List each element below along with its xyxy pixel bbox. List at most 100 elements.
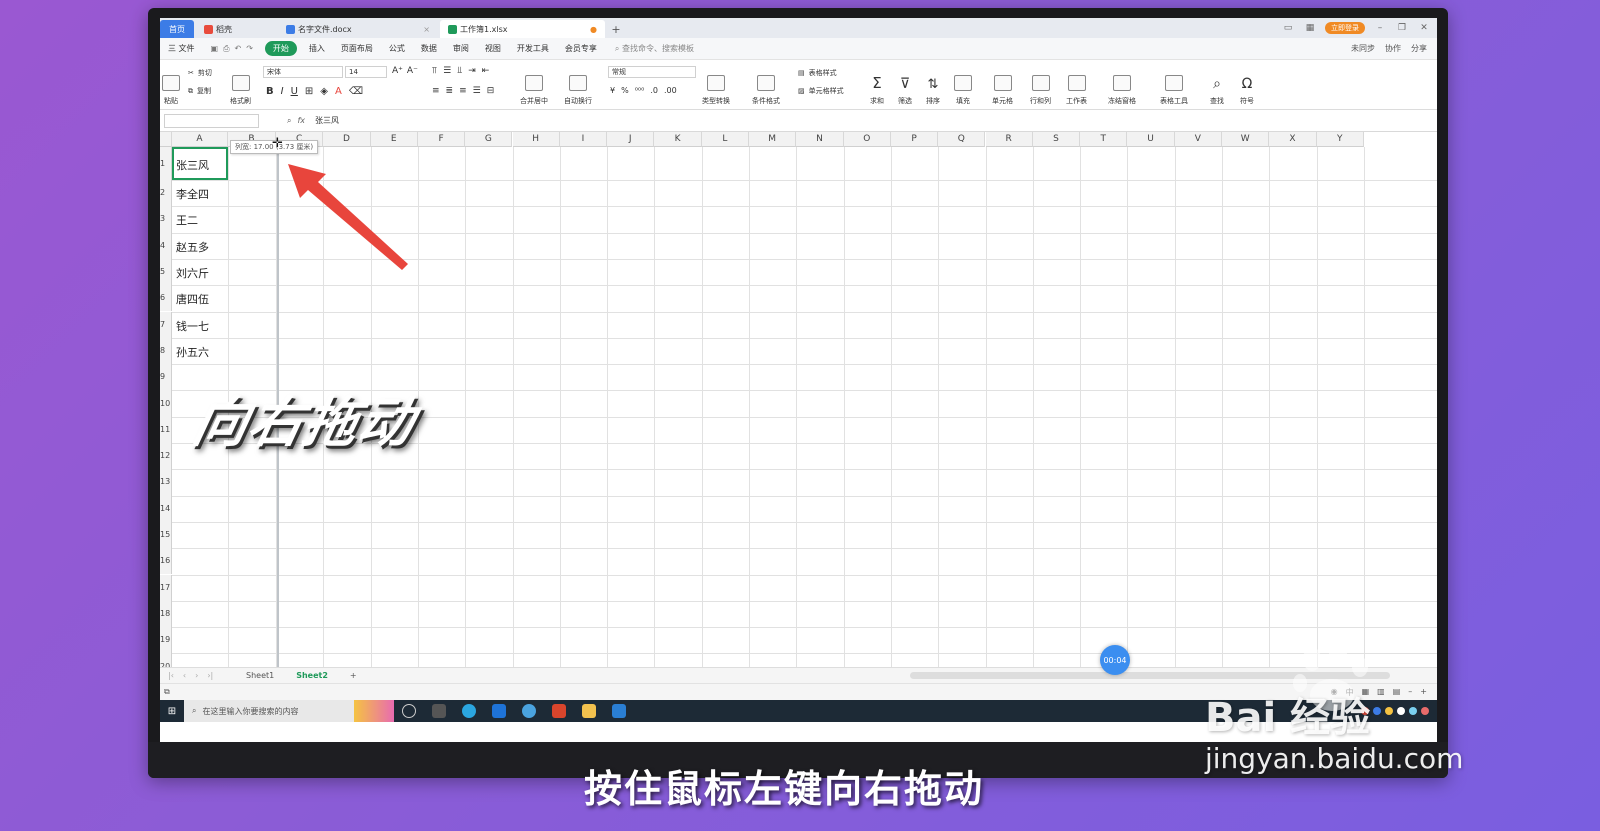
- sum-button[interactable]: Σ 求和: [870, 64, 884, 106]
- column-header-T[interactable]: T: [1080, 132, 1128, 147]
- thousands-icon[interactable]: ⁰⁰⁰: [635, 86, 645, 95]
- row-header-15[interactable]: 15: [160, 521, 172, 549]
- column-header-Q[interactable]: Q: [938, 132, 986, 147]
- currency-icon[interactable]: ¥: [610, 86, 615, 95]
- file-explorer-icon[interactable]: [582, 704, 596, 718]
- page-break-icon[interactable]: ▤: [1393, 687, 1401, 698]
- app-icon[interactable]: [522, 704, 536, 718]
- row-header-6[interactable]: 6: [160, 285, 172, 312]
- column-header-F[interactable]: F: [417, 132, 466, 147]
- column-header-H[interactable]: H: [512, 132, 560, 147]
- row-header-16[interactable]: 16: [160, 548, 172, 575]
- clear-format-icon[interactable]: ⌫: [349, 86, 363, 97]
- outdent-icon[interactable]: ⇤: [482, 66, 490, 76]
- find-button[interactable]: ⌕ 查找: [1210, 64, 1224, 106]
- justify-icon[interactable]: ☰: [473, 86, 481, 96]
- add-sheet-button[interactable]: +: [339, 671, 368, 680]
- sheet-tab-2[interactable]: Sheet2: [285, 671, 339, 680]
- bold-button[interactable]: B: [266, 86, 274, 97]
- minimize-icon[interactable]: –: [1373, 23, 1387, 33]
- copy-button[interactable]: ⧉ 复制: [188, 86, 211, 96]
- column-header-L[interactable]: L: [701, 132, 749, 147]
- row-header-3[interactable]: 3: [160, 206, 172, 233]
- edge-icon[interactable]: [492, 704, 506, 718]
- cell-A7[interactable]: 钱一七: [176, 318, 209, 334]
- column-header-O[interactable]: O: [843, 132, 891, 147]
- restore-icon[interactable]: ❐: [1395, 23, 1409, 33]
- font-family-select[interactable]: 宋体: [263, 66, 343, 78]
- undo-icon[interactable]: ↶: [235, 44, 242, 54]
- row-header-5[interactable]: 5: [160, 258, 172, 286]
- border-icon[interactable]: ⊞: [305, 86, 313, 97]
- row-header-11[interactable]: 11: [160, 416, 172, 443]
- row-header-17[interactable]: 17: [160, 574, 172, 601]
- new-tab-button[interactable]: +: [607, 20, 625, 38]
- menu-page-layout[interactable]: 页面布局: [333, 43, 381, 54]
- zoom-out-icon[interactable]: –: [1408, 687, 1412, 698]
- column-header-Y[interactable]: Y: [1316, 132, 1364, 147]
- tab-docer[interactable]: 稻壳: [196, 20, 276, 38]
- row-header-13[interactable]: 13: [160, 469, 172, 496]
- underline-button[interactable]: U: [291, 86, 298, 97]
- italic-button[interactable]: I: [281, 86, 284, 97]
- font-size-select[interactable]: 14: [345, 66, 387, 78]
- formula-input[interactable]: 张三风: [315, 115, 339, 126]
- cell-A5[interactable]: 刘六斤: [176, 265, 209, 281]
- tray-icon-6[interactable]: [1421, 707, 1429, 715]
- filter-button[interactable]: ⊽ 筛选: [898, 64, 912, 106]
- column-header-J[interactable]: J: [607, 132, 655, 147]
- tab-doc[interactable]: 名字文件.docx ×: [278, 20, 438, 38]
- cell-A8[interactable]: 孙五六: [176, 344, 209, 360]
- column-header-U[interactable]: U: [1127, 132, 1175, 147]
- sort-button[interactable]: ⇅ 排序: [926, 64, 940, 106]
- font-grow-icon[interactable]: A⁺: [392, 66, 403, 76]
- save-icon[interactable]: ▣: [211, 44, 219, 54]
- row-header-18[interactable]: 18: [160, 600, 172, 628]
- task-view-icon[interactable]: [432, 704, 446, 718]
- row-col-button[interactable]: 行和列: [1030, 64, 1051, 106]
- column-header-X[interactable]: X: [1269, 132, 1317, 147]
- zoom-formula-icon[interactable]: ⌕: [287, 116, 291, 126]
- close-icon[interactable]: ×: [423, 25, 430, 34]
- cell-style-button[interactable]: ▨ 单元格样式: [798, 86, 844, 96]
- share-button[interactable]: 分享: [1411, 43, 1427, 54]
- symbol-button[interactable]: Ω 符号: [1240, 64, 1254, 106]
- print-icon[interactable]: ⎙: [223, 44, 229, 54]
- distribute-icon[interactable]: ⊟: [487, 86, 495, 96]
- row-header-7[interactable]: 7: [160, 311, 172, 338]
- collab-button[interactable]: 协作: [1385, 43, 1401, 54]
- cell-A4[interactable]: 赵五多: [176, 239, 209, 255]
- align-middle-icon[interactable]: ☰: [443, 66, 451, 76]
- layout-icon[interactable]: ▭: [1281, 23, 1295, 33]
- font-color-icon[interactable]: A: [335, 86, 342, 97]
- column-header-D[interactable]: D: [323, 132, 371, 147]
- freeze-panes-button[interactable]: 冻结窗格: [1108, 64, 1136, 106]
- table-style-button[interactable]: ▤ 表格样式: [798, 68, 837, 78]
- cell-A6[interactable]: 唐四伍: [176, 291, 209, 307]
- name-box[interactable]: [164, 113, 259, 128]
- column-header-V[interactable]: V: [1174, 132, 1222, 147]
- row-header-14[interactable]: 14: [160, 495, 172, 522]
- row-header-12[interactable]: 12: [160, 443, 172, 470]
- command-search[interactable]: ⌕ 查找命令、搜索模板: [605, 43, 694, 54]
- wrap-text-button[interactable]: 自动换行: [564, 64, 592, 106]
- fx-icon[interactable]: fx: [297, 116, 305, 125]
- last-sheet-icon[interactable]: ›|: [207, 671, 213, 680]
- row-header-2[interactable]: 2: [160, 180, 172, 207]
- row-header-1[interactable]: 1: [160, 147, 172, 180]
- cortana-icon[interactable]: [402, 704, 416, 718]
- font-shrink-icon[interactable]: A⁻: [407, 66, 418, 76]
- decrease-decimal-icon[interactable]: .00: [664, 86, 677, 95]
- type-convert-button[interactable]: 类型转换: [702, 64, 730, 106]
- menu-file[interactable]: 三 文件: [160, 43, 203, 54]
- prev-sheet-icon[interactable]: ‹: [183, 671, 186, 680]
- select-all-corner[interactable]: [160, 132, 172, 147]
- row-header-8[interactable]: 8: [160, 337, 172, 365]
- format-painter-button[interactable]: 格式刷: [230, 64, 251, 106]
- sheet-tab-1[interactable]: Sheet1: [235, 671, 285, 680]
- video-app-icon[interactable]: [612, 704, 626, 718]
- align-bottom-icon[interactable]: ⫫: [457, 66, 462, 76]
- number-format-select[interactable]: 常规: [608, 66, 696, 78]
- browser-icon[interactable]: [462, 704, 476, 718]
- column-header-R[interactable]: R: [985, 132, 1033, 147]
